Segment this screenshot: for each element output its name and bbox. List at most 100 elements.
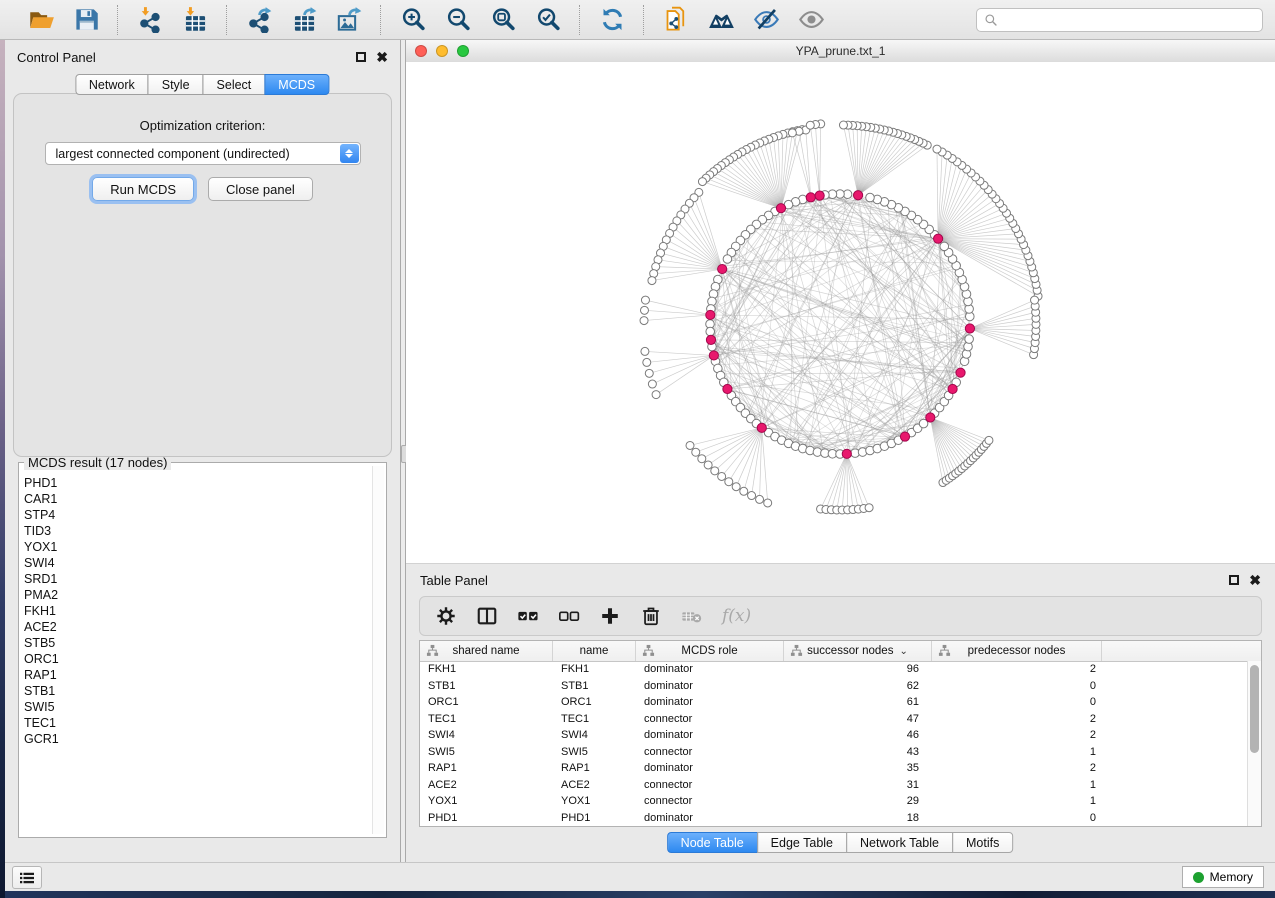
table-row[interactable]: ORC1ORC1dominator610 [420, 694, 1248, 711]
column-settings-button[interactable] [435, 601, 457, 631]
table-row[interactable]: RAP1RAP1dominator352 [420, 760, 1248, 777]
export-image-button[interactable] [331, 3, 367, 37]
tab-motifs[interactable]: Motifs [952, 832, 1013, 853]
delete-column-button[interactable] [640, 601, 662, 631]
zoom-out-button[interactable] [440, 3, 476, 37]
toggle-graphics-details-button[interactable] [748, 3, 784, 37]
network-file-button[interactable] [658, 3, 694, 37]
table-cell: 35 [784, 762, 932, 774]
mcds-result-item[interactable]: SWI4 [24, 555, 370, 571]
mcds-result-item[interactable]: ACE2 [24, 619, 370, 635]
tab-network-table[interactable]: Network Table [846, 832, 953, 853]
float-panel-button[interactable] [356, 52, 366, 62]
column-header-predecessor-nodes[interactable]: predecessor nodes [932, 641, 1102, 661]
table-row[interactable]: FKH1FKH1dominator962 [420, 661, 1248, 678]
mcds-result-item[interactable]: RAP1 [24, 667, 370, 683]
zoom-selected-button[interactable] [530, 3, 566, 37]
minimize-window-button[interactable] [436, 45, 448, 57]
tab-node-table[interactable]: Node Table [667, 832, 758, 853]
mcds-result-item[interactable]: FKH1 [24, 603, 370, 619]
run-mcds-button[interactable]: Run MCDS [92, 177, 194, 201]
open-file-button[interactable] [23, 3, 59, 37]
zoom-in-button[interactable] [395, 3, 431, 37]
float-table-panel-button[interactable] [1229, 575, 1239, 585]
mcds-result-item[interactable]: STB1 [24, 683, 370, 699]
column-header-successor-nodes[interactable]: successor nodes⌄ [784, 641, 932, 661]
close-panel-icon[interactable]: ✖ [376, 52, 388, 62]
tab-select[interactable]: Select [203, 74, 266, 95]
mcds-result-item[interactable]: STB5 [24, 635, 370, 651]
table-row[interactable]: TEC1TEC1connector472 [420, 711, 1248, 728]
mcds-tab-content: Optimization criterion: largest connecte… [13, 93, 392, 457]
table-panel-title: Table Panel [420, 573, 488, 588]
save-session-button[interactable] [68, 3, 104, 37]
tab-edge-table[interactable]: Edge Table [757, 832, 847, 853]
table-row[interactable]: ACE2ACE2connector311 [420, 777, 1248, 794]
network-list-button[interactable] [12, 866, 42, 889]
split-panel-button[interactable] [476, 601, 498, 631]
table-cell: connector [636, 713, 784, 725]
column-header-shared-name[interactable]: shared name [420, 641, 553, 661]
search-input[interactable] [1003, 12, 1255, 28]
mcds-result-item[interactable]: GCR1 [24, 731, 370, 747]
table-row[interactable]: SWI4SWI4dominator462 [420, 727, 1248, 744]
tab-style[interactable]: Style [148, 74, 204, 95]
table-body: FKH1FKH1dominator962STB1STB1dominator620… [420, 661, 1248, 826]
export-network-button[interactable] [241, 3, 277, 37]
import-table-button[interactable] [177, 3, 213, 37]
mcds-result-item[interactable]: TID3 [24, 523, 370, 539]
mcds-result-item[interactable]: YOX1 [24, 539, 370, 555]
column-header-MCDS-role[interactable]: MCDS role [636, 641, 784, 661]
show-hide-graphics-details-button[interactable] [793, 3, 829, 37]
plus-icon [599, 605, 621, 627]
deselect-all-rows-button[interactable] [558, 601, 580, 631]
table-scrollbar[interactable] [1247, 661, 1261, 826]
table-cell: ACE2 [553, 779, 636, 791]
network-graph[interactable] [406, 62, 1275, 562]
zoom-fit-button[interactable] [485, 3, 521, 37]
table-cell: SWI5 [553, 746, 636, 758]
close-window-button[interactable] [415, 45, 427, 57]
mcds-result-item[interactable]: TEC1 [24, 715, 370, 731]
add-column-button[interactable] [599, 601, 621, 631]
mcds-result-item[interactable]: ORC1 [24, 651, 370, 667]
column-header-name[interactable]: name [553, 641, 636, 661]
table-cell: 0 [932, 680, 1102, 692]
tab-network[interactable]: Network [75, 74, 149, 95]
mcds-result-item[interactable]: SRD1 [24, 571, 370, 587]
table-cell: dominator [636, 680, 784, 692]
control-panel: Control Panel ✖ NetworkStyleSelectMCDS O… [5, 40, 401, 862]
mcds-result-item[interactable]: PMA2 [24, 587, 370, 603]
import-network-button[interactable] [132, 3, 168, 37]
search-all-networks-button[interactable] [703, 3, 739, 37]
search-box[interactable] [976, 8, 1263, 32]
table-cell: 46 [784, 729, 932, 741]
table-row[interactable]: PHD1PHD1dominator180 [420, 810, 1248, 827]
refresh-view-button[interactable] [594, 3, 630, 37]
memory-button[interactable]: Memory [1182, 866, 1264, 888]
mcds-result-item[interactable]: PHD1 [24, 475, 370, 491]
share-import-icon [137, 6, 164, 33]
column-header-filler [1102, 641, 1261, 661]
export-table-button[interactable] [286, 3, 322, 37]
main-toolbar [0, 0, 1275, 40]
mcds-result-item[interactable]: CAR1 [24, 491, 370, 507]
table-row[interactable]: SWI5SWI5connector431 [420, 744, 1248, 761]
table-row[interactable]: YOX1YOX1connector291 [420, 793, 1248, 810]
select-all-rows-button[interactable] [517, 601, 539, 631]
close-panel-button[interactable]: Close panel [208, 177, 313, 201]
table-row[interactable]: STB1STB1dominator620 [420, 678, 1248, 695]
tab-mcds[interactable]: MCDS [264, 74, 329, 95]
table-import-icon [182, 6, 209, 33]
mcds-result-item[interactable]: SWI5 [24, 699, 370, 715]
mcds-list-scrollbar[interactable] [372, 466, 384, 834]
maximize-window-button[interactable] [457, 45, 469, 57]
close-table-panel-icon[interactable]: ✖ [1249, 575, 1261, 585]
binoculars-icon [708, 6, 735, 33]
table-cell: 61 [784, 696, 932, 708]
criterion-dropdown[interactable]: largest connected component (undirected) [45, 142, 361, 165]
table-scrollbar-thumb[interactable] [1250, 665, 1259, 753]
mcds-result-item[interactable]: STP4 [24, 507, 370, 523]
network-canvas[interactable] [406, 62, 1275, 563]
table-cell: RAP1 [420, 762, 553, 774]
